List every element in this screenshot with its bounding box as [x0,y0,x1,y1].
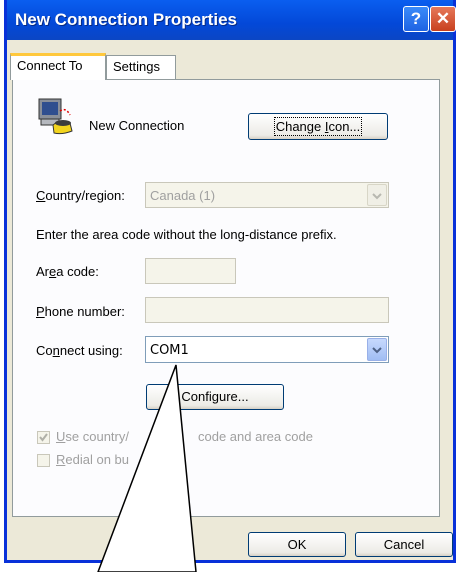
callout-pointer [97,364,197,572]
tab-connect-to[interactable]: Connect To [10,53,106,80]
